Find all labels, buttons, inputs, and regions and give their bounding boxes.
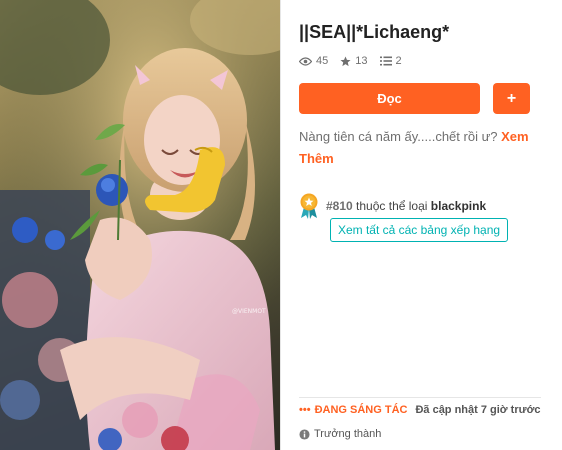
add-to-library-button[interactable]: + bbox=[493, 83, 530, 114]
story-description: Nàng tiên cá năm ấy.....chết rồi ư? Xem … bbox=[299, 126, 549, 170]
rank-category[interactable]: blackpink bbox=[431, 199, 486, 213]
parts-stat: 2 bbox=[379, 55, 402, 67]
ranking-text: #810 thuộc thể loại blackpink bbox=[326, 199, 486, 213]
info-icon bbox=[299, 428, 310, 440]
votes-stat: 13 bbox=[340, 55, 368, 67]
last-updated: Đã cập nhật 7 giờ trước bbox=[415, 404, 541, 416]
rank-number: #810 bbox=[326, 199, 353, 213]
read-button[interactable]: Đọc bbox=[299, 83, 480, 114]
story-status: ••• ĐANG SÁNG TÁC Đã cập nhật 7 giờ trướ… bbox=[299, 404, 541, 416]
ranking-badge-icon bbox=[300, 193, 318, 219]
votes-count: 13 bbox=[355, 55, 368, 67]
rating-label: Trưởng thành bbox=[314, 428, 382, 440]
views-stat: 45 bbox=[299, 55, 328, 67]
rank-in-category: thuộc thể loại bbox=[356, 199, 428, 213]
views-count: 45 bbox=[316, 55, 329, 67]
story-title: ||SEA||*Lichaeng* bbox=[299, 22, 450, 42]
story-info-panel: ||SEA||*Lichaeng* 45 13 2 Đọc + Nàng tiê… bbox=[281, 0, 562, 450]
parts-count: 2 bbox=[395, 55, 402, 67]
see-all-rankings-button[interactable]: Xem tất cả các bảng xếp hạng bbox=[330, 218, 508, 242]
status-label: ĐANG SÁNG TÁC bbox=[314, 404, 408, 416]
story-cover: @VIENMOT bbox=[0, 0, 280, 450]
list-icon bbox=[379, 56, 392, 66]
cover-watermark: @VIENMOT bbox=[232, 308, 266, 315]
eye-icon bbox=[299, 56, 312, 66]
content-rating: Trưởng thành bbox=[299, 428, 381, 440]
star-icon bbox=[340, 55, 351, 66]
story-stats: 45 13 2 bbox=[299, 54, 414, 68]
section-divider bbox=[299, 397, 541, 398]
description-text: Nàng tiên cá năm ấy.....chết rồi ư? bbox=[299, 129, 498, 144]
ongoing-dots-icon: ••• bbox=[299, 404, 311, 416]
